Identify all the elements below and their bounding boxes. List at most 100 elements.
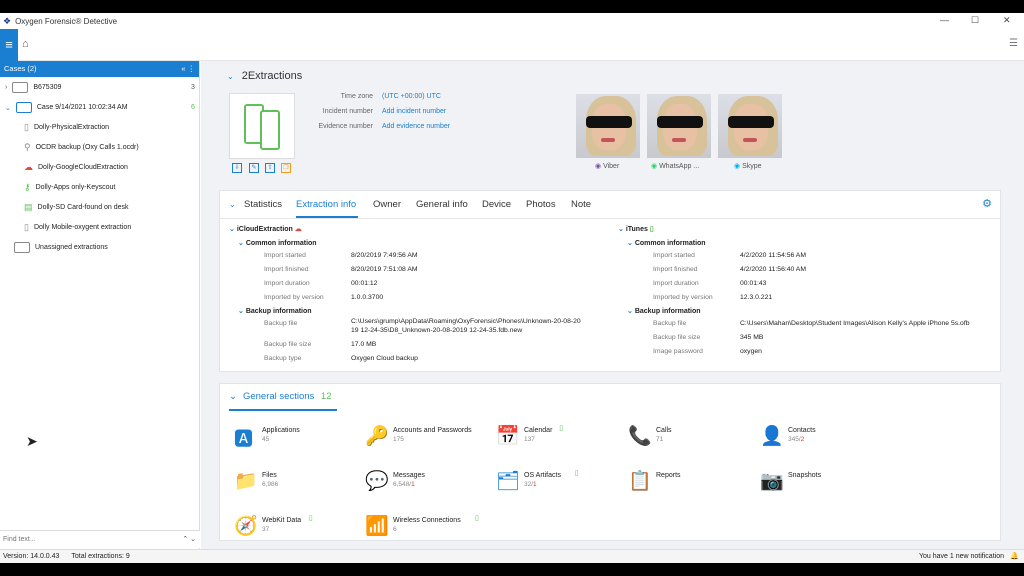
info-value: 8/20/2019 7:51:08 AM [351, 266, 418, 273]
window-title: Oxygen Forensic® Detective [15, 16, 118, 26]
icloud-common-group[interactable]: ⌄ Common information [238, 239, 317, 247]
skype-label: ◉ Skype [734, 163, 762, 170]
info-value: 12.3.0.221 [740, 294, 773, 301]
phone-icon: 📞 [628, 426, 652, 447]
itunes-common-group[interactable]: ⌄ Common information [627, 239, 706, 247]
itunes-backup-group[interactable]: ⌄ Backup information [627, 307, 701, 315]
section-count: 137 [524, 436, 535, 443]
section-count: 6,548/1 [393, 481, 415, 488]
tree-item-extraction[interactable]: ▯ Dolly Mobile-oxygent extraction [24, 222, 131, 233]
phone-device-icon: ▯ [24, 122, 29, 132]
extractions-title: 2Extractions [241, 70, 303, 82]
tab-general-info[interactable]: General info [416, 199, 468, 210]
tab-owner[interactable]: Owner [373, 199, 401, 210]
section-accounts-and-passwords[interactable]: 🔑 Accounts and Passwords 175 [365, 424, 485, 454]
compass-icon: 🧭 [234, 516, 258, 537]
settings-gear-icon[interactable]: ⚙ [982, 197, 992, 210]
tab-statistics[interactable]: Statistics [244, 199, 282, 210]
extractions-header[interactable]: ⌄ 2Extractions [227, 70, 302, 82]
find-text-placeholder: Find text... [3, 536, 36, 543]
main-content: ⌄ 2Extractions ⇩ ✎ ⇧ ❐ Time zone (UTC +00… [201, 61, 1024, 549]
section-messages[interactable]: 💬 Messages 6,548/1 [365, 469, 485, 499]
section-snapshots[interactable]: 📷 Snapshots [760, 469, 880, 499]
section-os-artifacts[interactable]: 🗂 OS Artifacts ▯ 32/1 [496, 469, 616, 499]
section-calendar[interactable]: 📅 Calendar ▯ 137 [496, 424, 616, 454]
edit-icon[interactable]: ✎ [249, 163, 259, 173]
maximize-button[interactable]: ☐ [971, 15, 979, 26]
tree-item-unassigned[interactable]: Unassigned extractions [14, 242, 108, 253]
viber-label: ◉ Viber [595, 163, 620, 170]
viber-avatar[interactable] [576, 94, 640, 158]
icloud-backup-group[interactable]: ⌄ Backup information [238, 307, 312, 315]
tree-item-extraction[interactable]: ⚷ Dolly-Apps only-Keyscout [24, 182, 115, 193]
icloud-group[interactable]: ⌄ iCloudExtraction ☁ [229, 225, 302, 233]
tree-item-extraction[interactable]: ▤ Dolly-SD Card-found on desk [24, 202, 129, 213]
tree-item-extraction[interactable]: ⚲ OCDR backup (Oxy Calls 1.ocdr) [24, 142, 139, 153]
section-applications[interactable]: 🅰 Applications 45 [234, 424, 354, 454]
section-count: 6,986 [262, 481, 279, 488]
info-key: Import finished [264, 266, 309, 273]
add-incident-number-link[interactable]: Add incident number [382, 108, 446, 115]
info-value: Oxygen Cloud backup [351, 355, 418, 362]
find-nav-icons[interactable]: ⌃ ⌄ [182, 535, 196, 543]
info-key: Import finished [653, 266, 698, 273]
tree-item-extraction[interactable]: ▯ Dolly-PhysicalExtraction [24, 122, 109, 133]
tree-item-label: OCDR backup (Oxy Calls 1.ocdr) [35, 144, 139, 151]
info-key: Backup type [264, 355, 302, 362]
info-value: 4/2/2020 11:56:40 AM [740, 266, 807, 273]
tab-photos[interactable]: Photos [526, 199, 556, 210]
section-name: Files [262, 472, 277, 479]
add-evidence-number-link[interactable]: Add evidence number [382, 123, 450, 130]
minimize-button[interactable]: — [940, 15, 949, 25]
tree-item-label: B675309 [33, 84, 62, 91]
section-count: 32/1 [524, 481, 537, 488]
info-key: Import started [264, 252, 306, 259]
tree-item-label: Dolly-GoogleCloudExtraction [38, 164, 128, 171]
skype-avatar[interactable] [718, 94, 782, 158]
section-wireless-connections[interactable]: 📶 Wireless Connections ▯ 6 [365, 514, 485, 544]
find-text-input[interactable]: Find text... ⌃ ⌄ [0, 530, 200, 548]
options-menu-icon[interactable]: ☰ [1009, 38, 1018, 49]
section-webkit-data[interactable]: 🧭 WebKit Data ▯ 37 [234, 514, 354, 544]
info-key: Image password [653, 348, 703, 355]
export-icon[interactable]: ⇩ [232, 163, 242, 173]
item-count: 3 [191, 84, 195, 91]
section-calls[interactable]: 📞 Calls 71 [628, 424, 748, 454]
notification-icon[interactable]: 🔔 [1010, 550, 1019, 564]
tab-extraction-info[interactable]: Extraction info [296, 199, 356, 210]
unassigned-icon [14, 242, 30, 253]
chevron-down-icon[interactable]: ⌄ [5, 104, 11, 112]
section-files[interactable]: 📁 Files 6,986 [234, 469, 354, 499]
upload-icon[interactable]: ⇧ [265, 163, 275, 173]
notification-text[interactable]: You have 1 new notification [919, 550, 1004, 564]
tree-item-case-9-14-2021[interactable]: ⌄ Case 9/14/2021 10:02:34 AM 6 [5, 102, 197, 113]
extraction-info-panel: ⌄ Statistics Extraction info Owner Gener… [219, 190, 1001, 372]
home-icon[interactable]: ⌂ [22, 38, 29, 50]
tree-item-case-b675309[interactable]: › B675309 3 [5, 82, 197, 93]
info-key: Import started [653, 252, 695, 259]
general-sections-header[interactable]: ⌄ General sections 12 [229, 391, 331, 402]
close-button[interactable]: ✕ [1003, 15, 1011, 26]
tab-device[interactable]: Device [482, 199, 511, 210]
phone-device-icon: ▯ [24, 222, 29, 232]
chevron-down-icon[interactable]: ⌄ [227, 72, 234, 81]
whatsapp-label: ◉ WhatsApp ... [651, 163, 700, 170]
section-contacts[interactable]: 👤 Contacts 345/2 [760, 424, 880, 454]
chevron-down-icon[interactable]: ⌄ [229, 200, 236, 209]
tab-note[interactable]: Note [571, 199, 591, 210]
itunes-group[interactable]: ⌄ iTunes ▯ [618, 225, 654, 233]
menu-icon[interactable]: ≡ [0, 29, 18, 61]
chevron-right-icon[interactable]: › [5, 84, 7, 91]
section-reports[interactable]: 📋 Reports [628, 469, 748, 499]
copy-icon[interactable]: ❐ [281, 163, 291, 173]
whatsapp-avatar[interactable] [647, 94, 711, 158]
section-name: Contacts [788, 427, 816, 434]
applications-icon: 🅰 [234, 429, 254, 450]
flag-icon: ▯ [559, 425, 564, 432]
tree-item-extraction[interactable]: ☁ Dolly-GoogleCloudExtraction [24, 162, 128, 173]
time-zone-link[interactable]: (UTC +00:00) UTC [382, 93, 441, 100]
collapse-sidebar-icon[interactable]: « ⋮ [181, 61, 195, 77]
tree-item-label: Dolly-Apps only-Keyscout [35, 184, 116, 191]
section-name: Calendar [524, 427, 553, 434]
section-name: Messages [393, 472, 425, 479]
